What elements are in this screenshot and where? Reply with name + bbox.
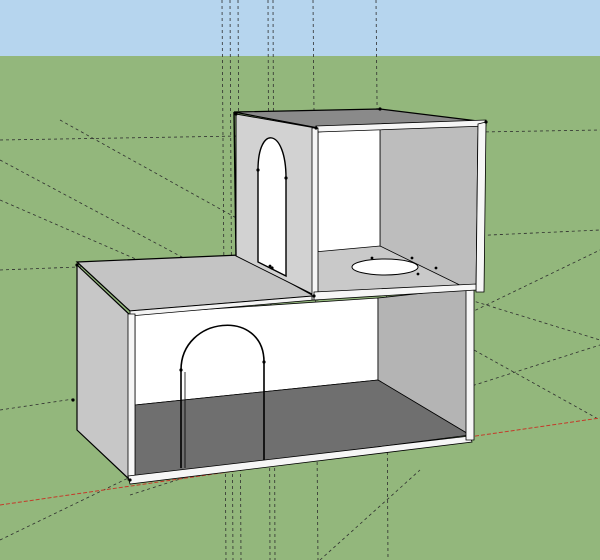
upper-front-frame-left: [311, 127, 319, 301]
upper-back-wall[interactable]: [317, 126, 381, 259]
3d-scene-canvas[interactable]: [0, 0, 600, 560]
lower-front-frame-right: [465, 288, 475, 441]
floor-hatch-ellipse[interactable]: [351, 258, 419, 276]
modeling-viewport[interactable]: [0, 0, 600, 560]
sky: [0, 0, 600, 58]
upper-front-frame-right: [475, 121, 487, 293]
lower-front-frame-left: [127, 313, 136, 481]
upper-arched-doorway[interactable]: [257, 137, 287, 278]
